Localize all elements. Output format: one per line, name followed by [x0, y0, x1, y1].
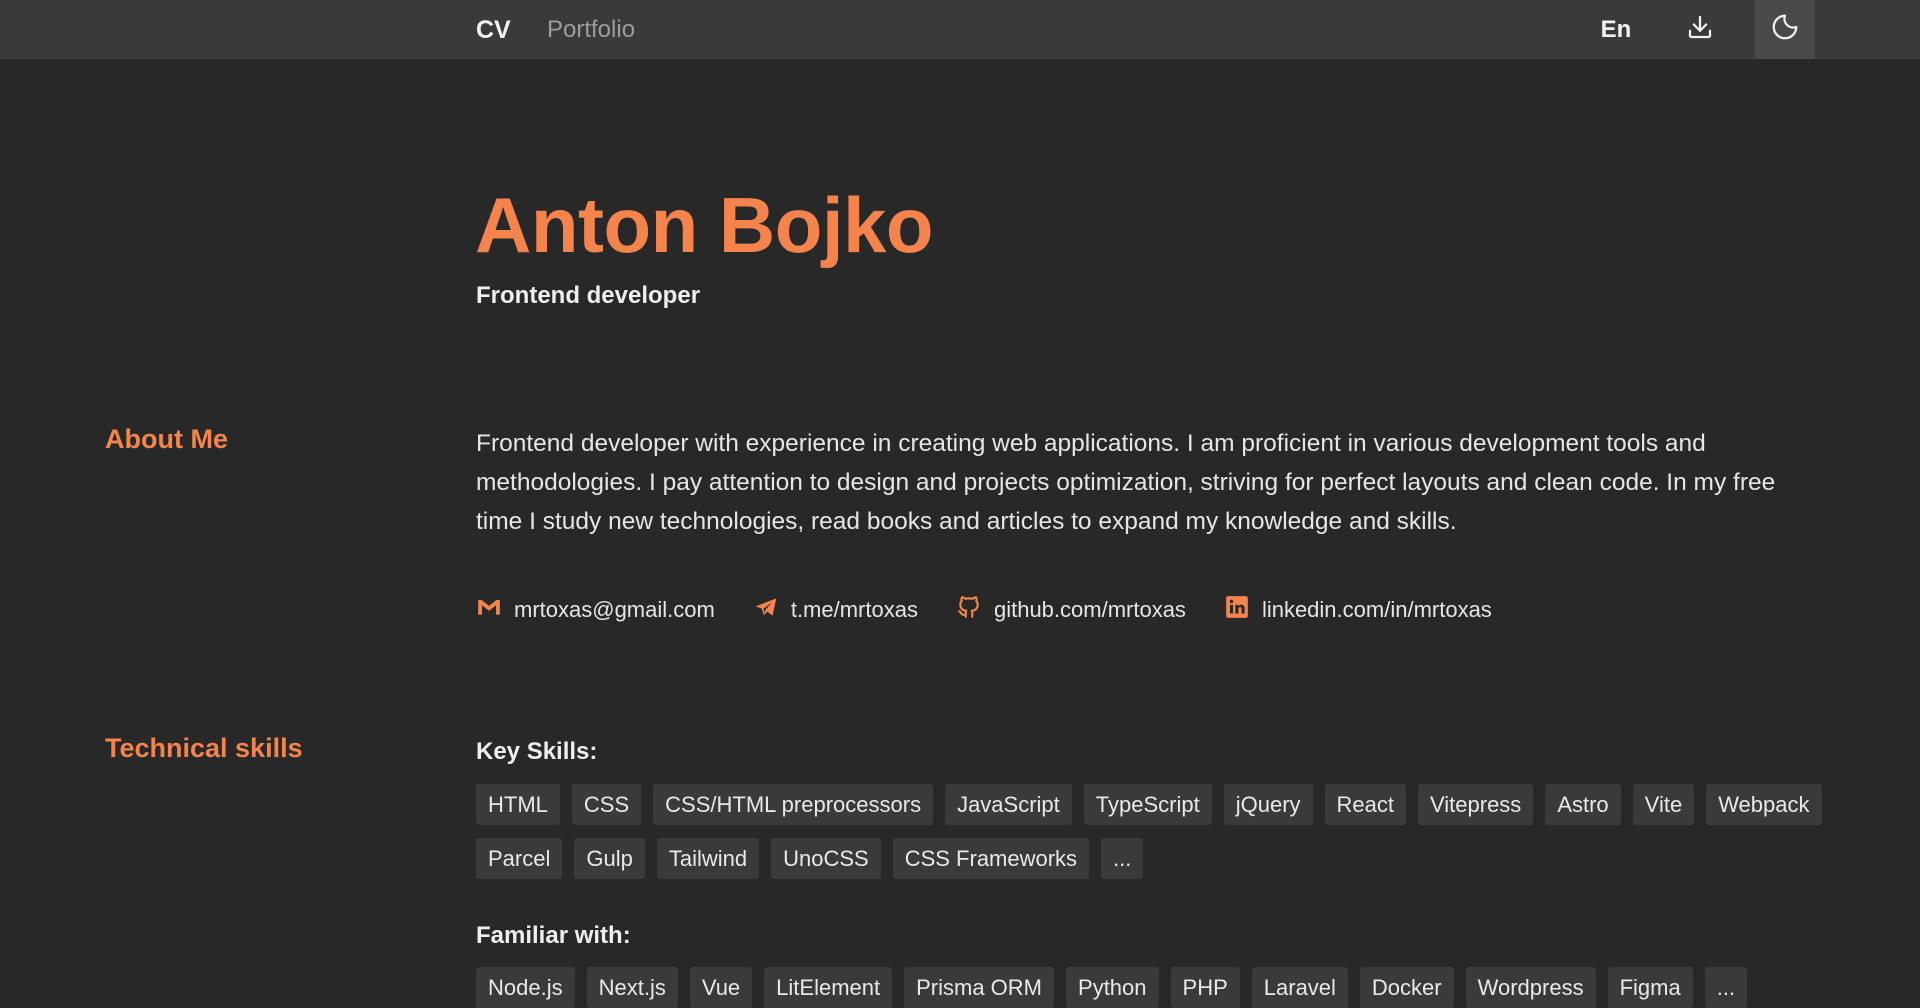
download-icon [1685, 12, 1715, 47]
skill-tag: HTML [476, 784, 560, 825]
contact-email-label: mrtoxas@gmail.com [514, 597, 715, 622]
familiar-skills-list: Node.js Next.js Vue LitElement Prisma ORM Pyt… [476, 967, 1826, 1008]
contact-github-link[interactable]: github.com/mrtoxas [956, 594, 1186, 626]
contact-email-link[interactable]: mrtoxas@gmail.com [476, 594, 715, 626]
skill-tag: Python [1066, 967, 1159, 1008]
language-switch[interactable]: En [1580, 0, 1652, 59]
moon-icon [1770, 12, 1800, 47]
gmail-icon [476, 594, 502, 626]
skill-tag: Docker [1359, 967, 1454, 1008]
theme-toggle-button[interactable] [1755, 0, 1815, 59]
skill-tag: Prisma ORM [904, 967, 1055, 1008]
familiar-with-heading: Familiar with: [476, 922, 631, 949]
about-text: Frontend developer with experience in cr… [476, 430, 1776, 535]
skill-tag: Vue [689, 967, 753, 1008]
linkedin-icon [1224, 594, 1250, 626]
skill-tag: Gulp [574, 838, 645, 879]
skill-tag: CSS/HTML preprocessors [653, 784, 934, 825]
key-skills-list: HTML CSS CSS/HTML preprocessors JavaScript T… [476, 784, 1826, 879]
person-role: Frontend developer [476, 282, 701, 309]
skill-tag: TypeScript [1083, 784, 1212, 825]
nav-cv-link[interactable]: CV [476, 16, 511, 45]
skill-tag: JavaScript [945, 784, 1072, 825]
skill-tag: Vite [1632, 784, 1695, 825]
contact-telegram-label: t.me/mrtoxas [790, 597, 918, 622]
telegram-icon [753, 594, 779, 626]
download-button[interactable] [1670, 0, 1730, 59]
skill-tag: Astro [1545, 784, 1621, 825]
skill-tag: Laravel [1251, 967, 1348, 1008]
skill-tag: React [1324, 784, 1406, 825]
person-name: Anton Bojko [475, 181, 934, 269]
contact-linkedin-link[interactable]: linkedin.com/in/mrtoxas [1224, 594, 1492, 626]
contacts-list: mrtoxas@gmail.com t.me/mrtoxas github.co… [476, 594, 1492, 626]
key-skills-heading: Key Skills: [476, 738, 598, 765]
github-icon [956, 594, 982, 626]
skill-tag: Next.js [586, 967, 678, 1008]
skill-tag: LitElement [764, 967, 893, 1008]
skill-tag: Node.js [476, 967, 575, 1008]
nav-portfolio-link[interactable]: Portfolio [547, 16, 635, 44]
contact-telegram-link[interactable]: t.me/mrtoxas [753, 594, 918, 626]
skill-tag: Webpack [1706, 784, 1822, 825]
contact-github-label: github.com/mrtoxas [993, 597, 1186, 622]
skill-tag: ... [1704, 967, 1748, 1008]
skill-tag: CSS [571, 784, 642, 825]
skill-tag: Figma [1607, 967, 1693, 1008]
skill-tag: PHP [1170, 967, 1240, 1008]
skill-tag: UnoCSS [771, 838, 881, 879]
skill-tag: Wordpress [1465, 967, 1596, 1008]
top-navbar: CV Portfolio En [0, 0, 1920, 59]
skill-tag: CSS Frameworks [892, 838, 1090, 879]
skill-tag: Parcel [476, 838, 563, 879]
skills-section-title: Technical skills [105, 733, 303, 763]
skill-tag: Vitepress [1418, 784, 1534, 825]
skill-tag: Tailwind [656, 838, 760, 879]
about-section-title: About Me [105, 424, 228, 454]
contact-linkedin-label: linkedin.com/in/mrtoxas [1261, 597, 1492, 622]
skill-tag: jQuery [1223, 784, 1313, 825]
skill-tag: ... [1101, 838, 1144, 879]
